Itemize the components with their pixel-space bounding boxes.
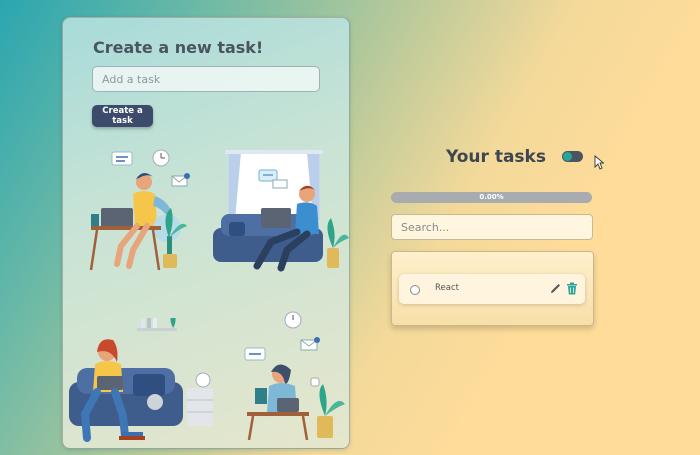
illustration-couch-worker [69,318,213,442]
task-label: React [435,283,459,293]
edit-icon[interactable] [549,283,561,295]
task-progress-bar: 0.00% [391,192,592,203]
search-input[interactable] [391,214,593,240]
create-task-button[interactable]: Create a task [92,105,153,127]
cursor-icon [594,155,604,170]
create-task-title: Create a new task! [93,38,264,57]
illustration-mug-worker [244,311,345,440]
theme-toggle-knob [563,152,572,161]
theme-toggle[interactable] [562,151,583,162]
create-task-card: Create a new task! Create a task [62,17,350,449]
add-task-input[interactable] [92,66,320,92]
illustration-sofa-worker [213,150,349,272]
progress-label: 0.00% [479,193,504,201]
task-item[interactable]: React [399,274,585,304]
delete-icon[interactable] [566,282,578,295]
your-tasks-title: Your tasks [446,147,546,167]
task-complete-radio[interactable] [410,285,420,295]
illustration-desk-worker [89,149,190,271]
task-list: React [391,251,594,326]
